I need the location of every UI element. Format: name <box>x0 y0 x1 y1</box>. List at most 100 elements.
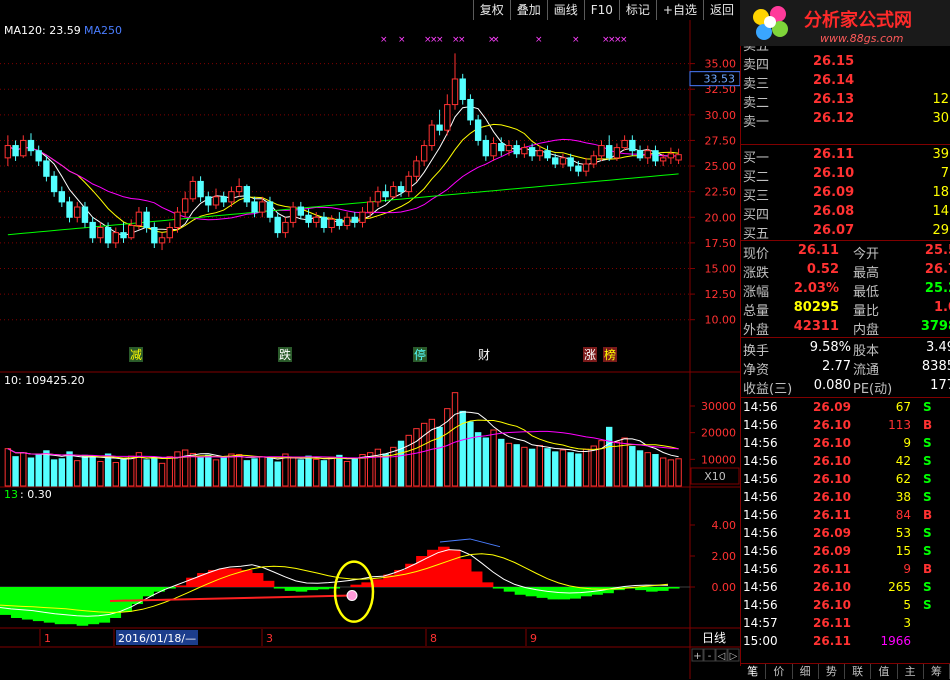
tick-row: 14:56 26.11 9 B <box>741 561 950 579</box>
toolbar: 复权 叠加 画线 F10 标记 +自选 返回 <box>0 0 740 20</box>
tick-time: 14:56 <box>743 436 778 450</box>
tick-price: 26.11 <box>813 562 851 576</box>
tick-direction: S <box>923 598 932 612</box>
sell-price: 26.13 <box>813 92 855 107</box>
nav-button-0[interactable]: + <box>691 648 704 662</box>
nav-button-3[interactable]: ▷ <box>727 648 740 662</box>
price-axis-label: 10.00 <box>705 314 737 327</box>
candle <box>143 207 150 233</box>
tick-row: 14:56 26.10 38 S <box>741 489 950 507</box>
tick-price: 26.10 <box>813 472 851 486</box>
macd-histogram-bar <box>65 587 78 625</box>
buy-price: 26.10 <box>813 166 855 181</box>
vol-unit-label: X10 <box>704 470 726 483</box>
volume-bar <box>205 454 212 487</box>
toolbar-button-0[interactable]: 复权 <box>472 0 510 20</box>
volume-bar <box>259 456 266 487</box>
volume-bar <box>297 459 305 487</box>
candle <box>621 135 628 151</box>
stat-label: PE(动) <box>853 382 893 397</box>
panel-tab-6[interactable]: 主 <box>898 664 924 679</box>
panel-tab-4[interactable]: 联 <box>845 664 872 679</box>
price-axis-label: 12.50 <box>705 288 737 301</box>
nav-button-2[interactable]: ◁ <box>715 648 728 662</box>
volume-bar <box>590 445 597 487</box>
buy-volume: 29 <box>932 223 949 238</box>
stat-value: 9.58% <box>809 340 851 355</box>
tick-volume: 67 <box>895 400 911 414</box>
candle <box>482 135 490 161</box>
tick-price: 26.11 <box>813 616 851 630</box>
svg-text:▷: ▷ <box>730 651 738 662</box>
candle <box>629 135 636 156</box>
macd-histogram-bar <box>481 582 494 587</box>
macd-histogram-bar <box>10 587 23 618</box>
candle <box>613 143 621 161</box>
kline-chart[interactable]: 35.0032.5030.0027.5025.0022.5020.0017.50… <box>0 20 740 679</box>
volume-bar <box>613 441 621 487</box>
tick-time: 14:56 <box>743 508 778 522</box>
volume-bar <box>567 452 574 487</box>
price-axis-label: 25.00 <box>705 160 737 173</box>
tick-volume: 84 <box>895 508 911 522</box>
tick-time: 14:56 <box>743 580 778 594</box>
volume-bar <box>413 428 420 487</box>
volume-bar <box>50 459 58 487</box>
panel-tab-3[interactable]: 势 <box>819 664 845 679</box>
candle <box>274 212 281 238</box>
tick-row: 14:56 26.09 53 S <box>741 525 950 543</box>
volume-bar <box>320 460 328 487</box>
candle <box>467 94 474 126</box>
quote-panel: 卖五26.16 卖四 26.15 卖三 26.14 卖二 26.13 12 卖一 26.12 30 买… <box>740 46 950 666</box>
candle <box>20 135 27 158</box>
macd-axis-label: 0.00 <box>712 581 737 594</box>
buy-price: 26.09 <box>813 185 855 200</box>
panel-tab-0[interactable]: 笔 <box>740 664 767 679</box>
volume-bar <box>536 444 544 487</box>
x-axis-label-4: 9 <box>530 632 537 645</box>
volume-bar <box>467 421 474 487</box>
toolbar-button-4[interactable]: 标记 <box>618 0 656 20</box>
tick-price: 26.11 <box>813 508 851 522</box>
toolbar-button-1[interactable]: 叠加 <box>509 0 547 20</box>
nav-button-1[interactable]: - <box>703 648 716 662</box>
sell-row: 卖四 26.15 <box>741 53 950 73</box>
quote-label: 涨幅 <box>743 285 770 300</box>
volume-bar <box>35 454 42 487</box>
quote-row: 外盘 42311 内盘 3798 <box>741 318 950 338</box>
volume-bar <box>629 446 636 487</box>
candle <box>151 222 158 248</box>
panel-tab-2[interactable]: 细 <box>793 664 819 679</box>
macd-histogram-bar <box>536 587 549 598</box>
toolbar-button-6[interactable]: 返回 <box>702 0 740 20</box>
volume-bar <box>66 451 73 487</box>
candle <box>305 209 312 228</box>
volume-bar <box>274 461 281 487</box>
panel-tab-1[interactable]: 价 <box>766 664 793 679</box>
price-axis-label: 15.00 <box>705 262 737 275</box>
macd-histogram-bar <box>219 568 231 587</box>
buy-price: 26.07 <box>813 223 855 238</box>
sell-price: 26.12 <box>813 111 855 126</box>
event-marker-5: 榜 <box>604 347 616 362</box>
candle <box>459 73 466 105</box>
stat-row: 收益(三) 0.080PE(动) 177 <box>741 377 950 397</box>
toolbar-button-3[interactable]: F10 <box>583 0 619 20</box>
tick-price: 26.10 <box>813 598 851 612</box>
panel-tab-5[interactable]: 值 <box>871 664 898 679</box>
quote-value: 25.2 <box>924 281 950 296</box>
toolbar-button-5[interactable]: +自选 <box>655 0 703 20</box>
panel-tab-7[interactable]: 筹 <box>924 664 950 679</box>
candle <box>590 150 597 169</box>
price-axis-label: 35.00 <box>705 58 737 71</box>
toolbar-button-2[interactable]: 画线 <box>546 0 584 20</box>
quote-label: 今开 <box>853 247 880 262</box>
tick-direction: S <box>923 544 932 558</box>
svg-text:-: - <box>708 651 712 662</box>
candle <box>598 140 605 161</box>
price-axis-label: 17.50 <box>705 237 737 250</box>
volume-bar <box>166 456 173 487</box>
tick-direction: S <box>923 580 932 594</box>
volume-bar <box>644 452 651 487</box>
panel-separator <box>741 144 950 145</box>
